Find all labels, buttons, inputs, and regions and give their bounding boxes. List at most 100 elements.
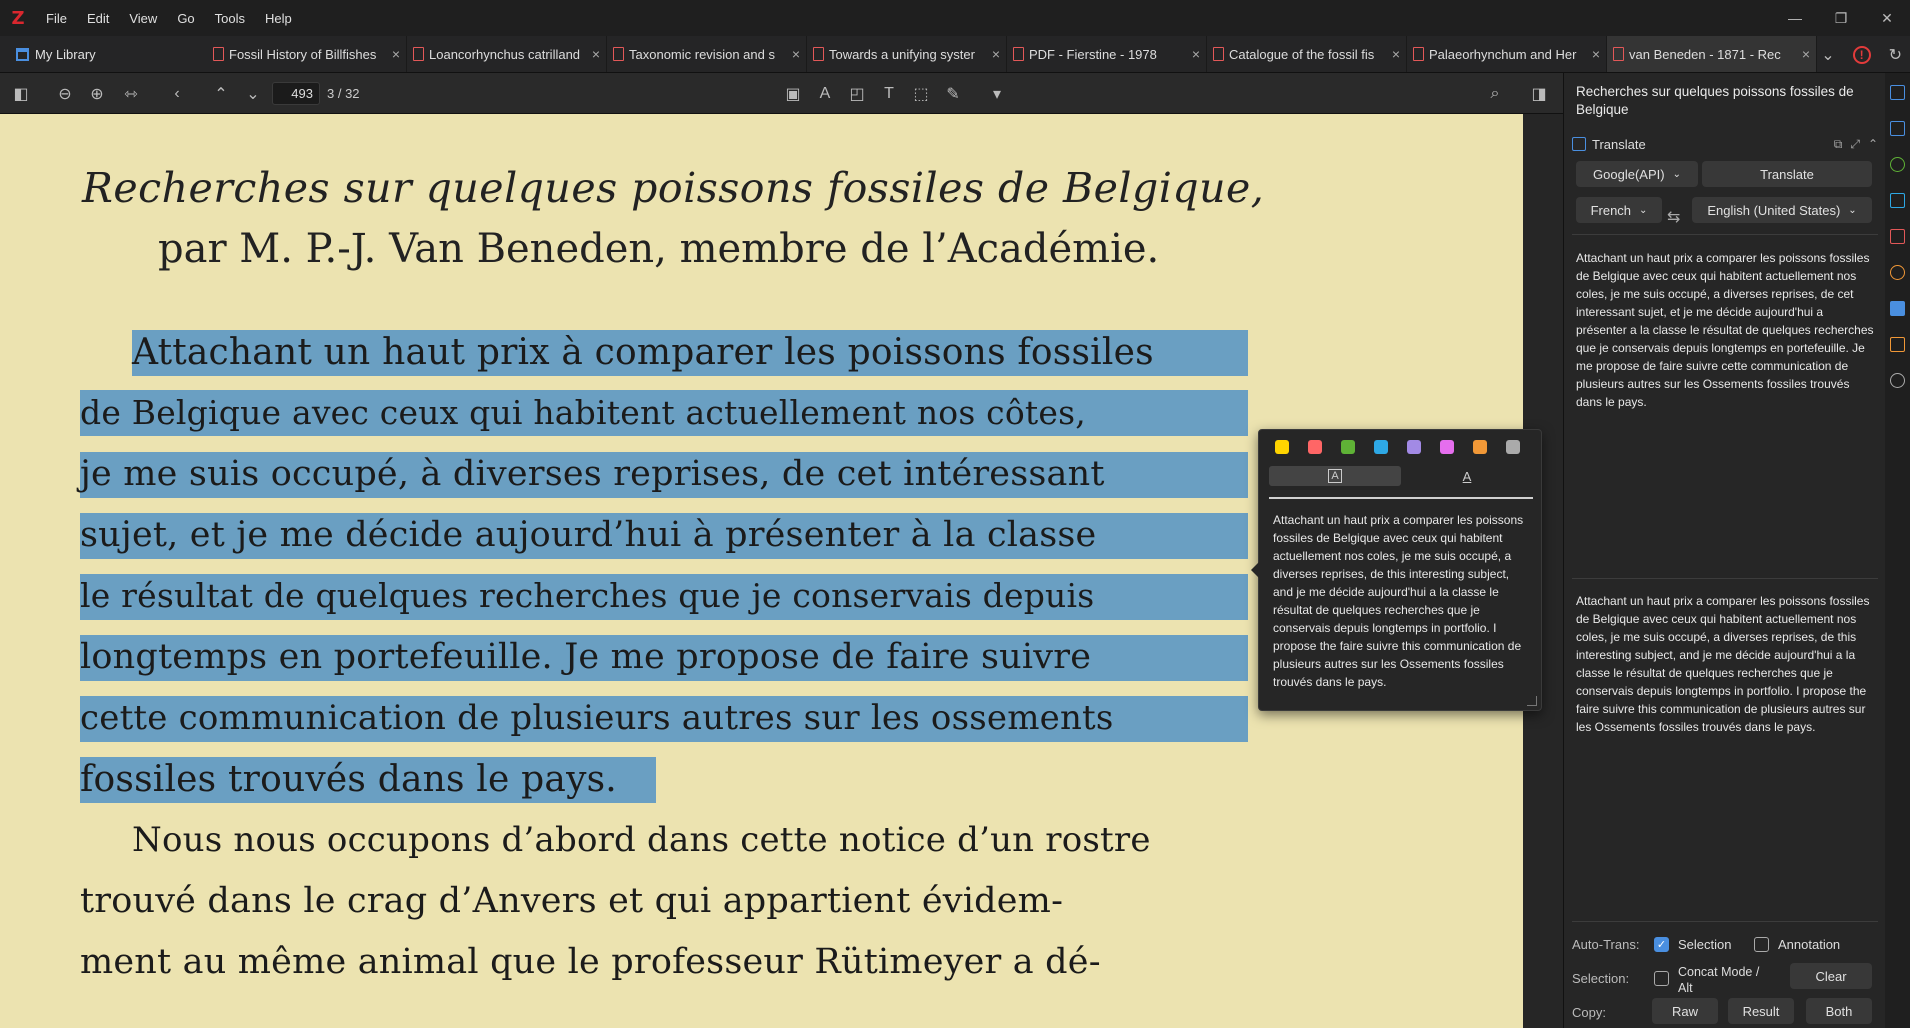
translate-button[interactable]: Translate	[1702, 161, 1872, 187]
menu-view[interactable]: View	[119, 11, 167, 26]
divider	[1572, 921, 1878, 922]
highlight-text-icon: A	[1328, 469, 1342, 483]
tab-document[interactable]: Towards a unifying syster ×	[807, 36, 1007, 72]
tab-document[interactable]: Taxonomic revision and s ×	[607, 36, 807, 72]
text-tool-icon[interactable]: T	[878, 83, 900, 105]
concat-mode-label: Concat Mode / Alt	[1678, 965, 1760, 995]
area-tool-icon[interactable]: ⬚	[910, 83, 932, 105]
color-swatch-red[interactable]	[1308, 440, 1322, 454]
color-swatch-blue[interactable]	[1374, 440, 1388, 454]
source-language-select[interactable]: French ⌄	[1576, 197, 1662, 223]
sync-icon[interactable]: ↻	[1889, 45, 1902, 65]
note-tool-icon[interactable]: ◰	[846, 83, 868, 105]
highlight-tool-icon[interactable]: ▣	[782, 83, 804, 105]
open-window-icon[interactable]: ⧉	[1834, 137, 1843, 152]
close-tab-icon[interactable]: ×	[392, 46, 400, 62]
tab-document-active[interactable]: van Beneden - 1871 - Rec ×	[1607, 36, 1817, 72]
swap-languages-icon[interactable]: ⇆	[1667, 207, 1680, 227]
expand-icon[interactable]: ⤢	[1850, 137, 1860, 152]
color-swatch-magenta[interactable]	[1440, 440, 1454, 454]
search-icon[interactable]: ⌕	[1484, 83, 1506, 105]
close-icon[interactable]: ✕	[1864, 0, 1910, 36]
tag-icon[interactable]	[1890, 229, 1905, 244]
menu-edit[interactable]: Edit	[77, 11, 119, 26]
pdf-line: Nous nous occupons d’abord dans cette no…	[132, 820, 1151, 860]
pdf-icon	[413, 47, 424, 61]
resize-grip-icon[interactable]	[1527, 696, 1537, 706]
target-language-select[interactable]: English (United States) ⌄	[1692, 197, 1872, 223]
item-title: Recherches sur quelques poissons fossile…	[1576, 84, 1854, 117]
page-count: 3 / 32	[327, 86, 360, 101]
tab-document[interactable]: Catalogue of the fossil fis ×	[1207, 36, 1407, 72]
chevron-down-icon: ⌄	[1639, 204, 1648, 216]
clear-button[interactable]: Clear	[1790, 963, 1872, 989]
next-page-icon[interactable]: ⌄	[242, 83, 264, 105]
tab-document[interactable]: Palaeorhynchum and Her ×	[1407, 36, 1607, 72]
source-text-area[interactable]: Attachant un haut prix a comparer les po…	[1576, 249, 1876, 411]
selection-checkbox[interactable]: ✓	[1654, 937, 1669, 952]
close-tab-icon[interactable]: ×	[1592, 46, 1600, 62]
highlight-color-palette	[1275, 440, 1520, 454]
tab-document[interactable]: Fossil History of Billfishes ×	[207, 36, 407, 72]
underline-type-button[interactable]: A	[1401, 466, 1533, 486]
close-tab-icon[interactable]: ×	[992, 46, 1000, 62]
engine-select[interactable]: Google(API) ⌄	[1576, 161, 1698, 187]
sticky-note-icon[interactable]	[1890, 337, 1905, 352]
zoom-in-icon[interactable]: ⊕	[86, 83, 108, 105]
copy-both-button[interactable]: Both	[1806, 998, 1872, 1024]
close-tab-icon[interactable]: ×	[1192, 46, 1200, 62]
pdf-title: Recherches sur quelques poissons fossile…	[82, 164, 1265, 212]
attachment-icon[interactable]	[1890, 157, 1905, 172]
chevron-down-icon: ⌄	[1848, 204, 1857, 216]
minimize-icon[interactable]: —	[1772, 0, 1818, 36]
color-swatch-orange[interactable]	[1473, 440, 1487, 454]
back-icon[interactable]: ‹	[166, 83, 188, 105]
close-tab-icon[interactable]: ×	[1802, 46, 1810, 62]
color-picker-icon[interactable]: ▾	[986, 83, 1008, 105]
result-text-area[interactable]: Attachant un haut prix a comparer les po…	[1576, 592, 1876, 736]
menu-go[interactable]: Go	[167, 11, 204, 26]
alert-icon[interactable]: !	[1852, 45, 1871, 64]
section-actions: ⧉ ⤢ ⌃	[1834, 137, 1878, 152]
locate-icon[interactable]	[1890, 373, 1905, 388]
context-pane-toggle-icon[interactable]: ◨	[1528, 83, 1550, 105]
copy-raw-button[interactable]: Raw	[1652, 998, 1718, 1024]
close-tab-icon[interactable]: ×	[1392, 46, 1400, 62]
concat-mode-checkbox[interactable]	[1654, 971, 1669, 986]
notes-icon[interactable]	[1890, 193, 1905, 208]
tab-document[interactable]: Loancorhynchus catrilland ×	[407, 36, 607, 72]
close-tab-icon[interactable]: ×	[792, 46, 800, 62]
tab-title: Taxonomic revision and s	[629, 46, 775, 62]
ink-tool-icon[interactable]: ✎	[942, 83, 964, 105]
color-swatch-purple[interactable]	[1407, 440, 1421, 454]
tab-document[interactable]: PDF - Fierstine - 1978 ×	[1007, 36, 1207, 72]
color-swatch-yellow[interactable]	[1275, 440, 1289, 454]
underline-tool-icon[interactable]: A	[814, 83, 836, 105]
info-icon[interactable]	[1890, 85, 1905, 100]
zoom-out-icon[interactable]: ⊖	[54, 83, 76, 105]
selection-popup: A A Attachant un haut prix a comparer le…	[1251, 429, 1542, 711]
annotation-checkbox[interactable]	[1754, 937, 1769, 952]
related-icon[interactable]	[1890, 265, 1905, 280]
translate-pane-icon[interactable]	[1890, 301, 1905, 316]
highlight-type-button[interactable]: A	[1269, 466, 1401, 486]
sidebar-toggle-icon[interactable]: ◧	[10, 83, 32, 105]
translate-section-header[interactable]: Translate ⧉ ⤢ ⌃	[1572, 134, 1878, 154]
abstract-icon[interactable]	[1890, 121, 1905, 136]
page-number-input[interactable]	[272, 82, 320, 105]
color-swatch-gray[interactable]	[1506, 440, 1520, 454]
pdf-line: trouvé dans le crag d’Anvers et qui appa…	[80, 881, 1064, 921]
chevron-down-icon[interactable]: ⌄	[1821, 45, 1834, 65]
close-tab-icon[interactable]: ×	[592, 46, 600, 62]
previous-page-icon[interactable]: ⌃	[210, 83, 232, 105]
menu-tools[interactable]: Tools	[205, 11, 255, 26]
zotero-logo: Z	[11, 7, 25, 29]
restore-icon[interactable]: ❐	[1818, 0, 1864, 36]
menu-help[interactable]: Help	[255, 11, 302, 26]
collapse-icon[interactable]: ⌃	[1868, 137, 1878, 152]
color-swatch-green[interactable]	[1341, 440, 1355, 454]
fit-width-icon[interactable]: ⇿	[120, 83, 142, 105]
copy-result-button[interactable]: Result	[1728, 998, 1794, 1024]
tab-my-library[interactable]: My Library	[0, 36, 207, 72]
menu-file[interactable]: File	[36, 11, 77, 26]
